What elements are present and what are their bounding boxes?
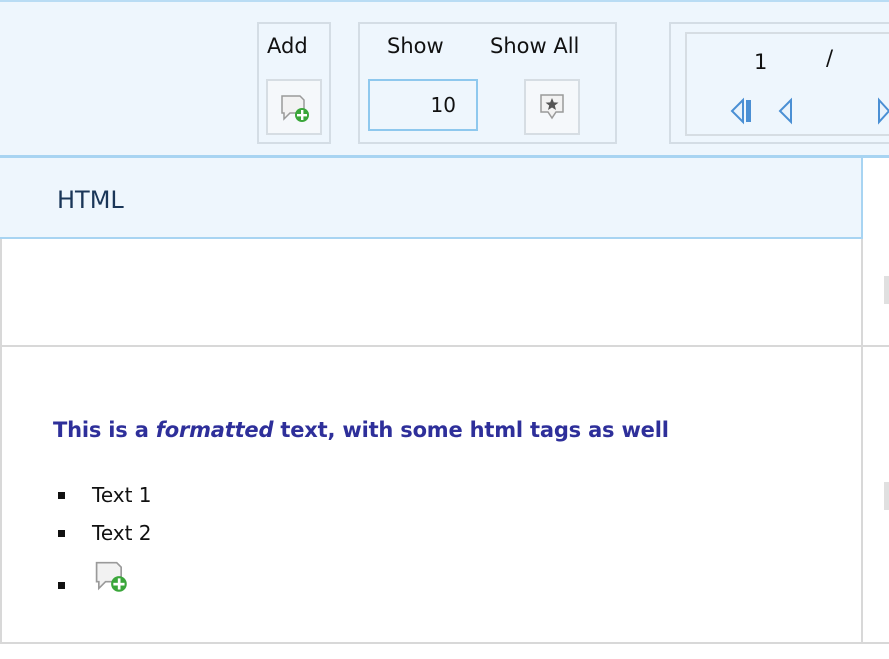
toolbar: Add Show Show All 1 / — [0, 0, 889, 158]
star-icon — [540, 94, 564, 120]
bullet — [58, 492, 65, 499]
column-header-title: HTML — [57, 186, 124, 214]
show-count-input[interactable] — [368, 79, 478, 131]
show-all-label: Show All — [490, 34, 580, 58]
page-separator: / — [826, 46, 834, 70]
add-group: Add — [257, 22, 331, 144]
show-label: Show — [387, 34, 444, 58]
add-button[interactable] — [266, 79, 322, 135]
list-item-label: Text 2 — [92, 521, 152, 545]
add-label: Add — [267, 34, 308, 58]
column-header-html[interactable]: HTML — [0, 158, 863, 239]
html-list: Text 1 Text 2 — [58, 480, 152, 594]
row-marker — [884, 276, 889, 304]
show-all-button[interactable] — [524, 79, 580, 135]
first-page-icon[interactable] — [728, 96, 756, 126]
add-comment-icon — [95, 561, 127, 592]
column-header-spacer — [863, 158, 889, 239]
formatted-text-emphasis: formatted — [155, 418, 274, 442]
list-item: Text 1 — [58, 480, 152, 518]
add-comment-icon — [281, 95, 309, 122]
pager-group: 1 / — [669, 22, 889, 144]
formatted-text-start: This is a — [53, 418, 156, 442]
next-page-icon[interactable] — [876, 96, 889, 126]
list-item: Text 2 — [58, 518, 152, 556]
list-item-label: Text 1 — [92, 483, 152, 507]
bullet — [58, 530, 65, 537]
formatted-text-end: text, with some html tags as well — [273, 418, 669, 442]
bullet — [58, 582, 65, 589]
formatted-text: This is a formatted text, with some html… — [53, 418, 669, 442]
page-number: 1 — [754, 50, 768, 74]
table-row — [0, 239, 863, 347]
list-item — [58, 556, 152, 594]
row-marker — [884, 482, 889, 510]
show-group: Show Show All — [358, 22, 617, 144]
previous-page-icon[interactable] — [776, 96, 796, 126]
